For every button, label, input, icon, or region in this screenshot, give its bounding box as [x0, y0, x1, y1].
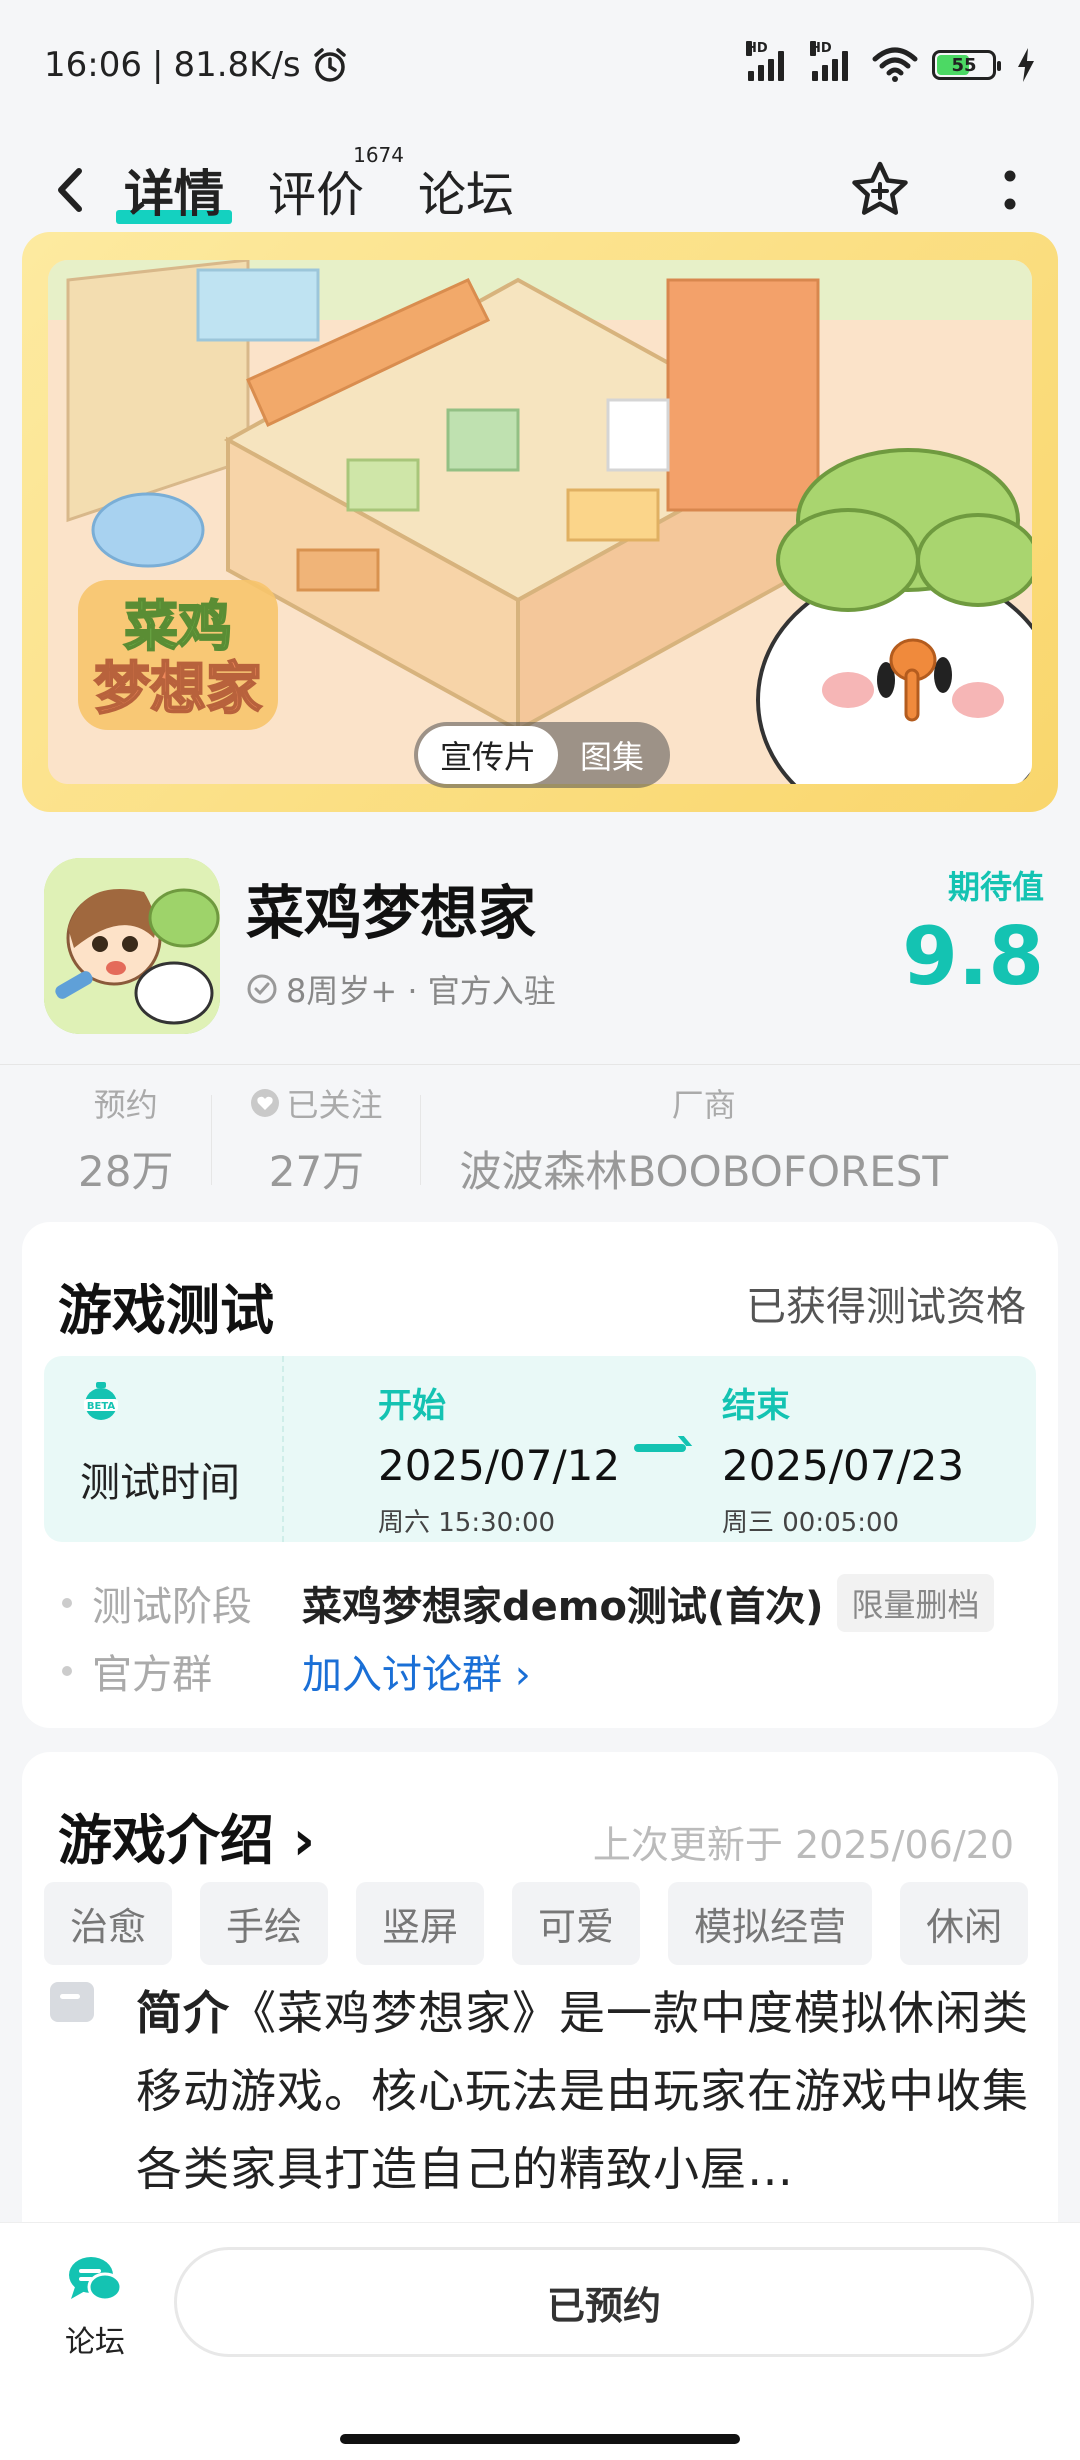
document-icon [50, 1982, 94, 2022]
toggle-video[interactable]: 宣传片 [418, 726, 559, 784]
signal-icon: HD [746, 41, 784, 81]
charging-icon [1018, 48, 1034, 82]
home-indicator[interactable] [340, 2434, 740, 2444]
follow-button[interactable] [850, 160, 910, 220]
signal-icon-2: HD [810, 41, 848, 81]
test-start: 开始 2025/07/12 周六 15:30:00 [378, 1386, 621, 1538]
stat-follow: 已关注 27万 [212, 1080, 420, 1199]
stat-reserve: 预约 28万 [78, 1086, 174, 1196]
back-button[interactable] [40, 160, 100, 220]
media-toggle: 宣传片 图集 [414, 722, 671, 788]
test-stage-row: 测试阶段 菜鸡梦想家demo测试(首次) 限量删档 [62, 1574, 994, 1632]
tag-list: 治愈 手绘 竖屏 可爱 模拟经营 休闲 [44, 1882, 1029, 1965]
score-label: 期待值 [947, 868, 1044, 906]
tag-chip[interactable]: 休闲 [900, 1882, 1029, 1965]
reserved-button[interactable]: 已预约 [174, 2247, 1034, 2357]
banner-artwork: 菜鸡 梦想家 [48, 260, 1032, 784]
intro-text[interactable]: 简介《菜鸡梦想家》是一款中度模拟休闲类移动游戏。核心玩法是由玩家在游戏中收集各类… [136, 1974, 1036, 2208]
stage-tag: 限量删档 [837, 1574, 994, 1632]
promo-banner[interactable]: 菜鸡 梦想家 宣传片 图集 [22, 232, 1058, 812]
more-vertical-icon [1004, 170, 1016, 210]
join-group-link[interactable]: 加入讨论群 › [302, 1642, 531, 1700]
tag-chip[interactable]: 可爱 [512, 1882, 641, 1965]
toggle-gallery[interactable]: 图集 [558, 726, 666, 784]
game-test-card: 游戏测试 已获得测试资格 BETA 测试时间 开始 2025/07/12 周六 … [22, 1222, 1058, 1728]
stats-row: 预约 28万 已关注 27万 厂商 波波森林BOOBOFOREST [0, 1064, 1080, 1214]
bottom-action-bar: 论坛 已预约 [0, 2222, 1080, 2460]
stat-vendor[interactable]: 厂商 波波森林BOOBOFOREST [421, 1080, 986, 1199]
alarm-icon [313, 48, 346, 82]
tag-chip[interactable]: 模拟经营 [668, 1882, 873, 1965]
svg-text:BETA: BETA [87, 1401, 115, 1412]
tag-chip[interactable]: 治愈 [44, 1882, 173, 1965]
test-status: 已获得测试资格 [746, 1284, 1026, 1330]
last-updated: 上次更新于 2025/06/20 [592, 1823, 1014, 1867]
chat-icon [69, 2257, 123, 2302]
heart-icon [251, 1089, 280, 1117]
banner-illustration: 菜鸡 梦想家 [48, 260, 1032, 784]
logo-line-1: 菜鸡 [124, 595, 232, 658]
test-time-label: 测试时间 [80, 1460, 240, 1506]
wifi-icon [872, 47, 918, 82]
tab-detail[interactable]: 详情 [116, 154, 232, 226]
tag-chip[interactable]: 竖屏 [356, 1882, 485, 1965]
network-speed: 81.8K/s [173, 45, 301, 85]
app-icon [44, 858, 220, 1034]
status-bar: 16:06 | 81.8K/s HD HD 55 [0, 0, 1080, 130]
app-icon-art [44, 858, 220, 1034]
tag-chip[interactable]: 手绘 [200, 1882, 329, 1965]
test-end: 结束 2025/07/23 周三 00:05:00 [722, 1386, 965, 1538]
star-plus-icon [852, 161, 908, 215]
test-time-box: BETA 测试时间 开始 2025/07/12 周六 15:30:00 结束 2… [44, 1356, 1036, 1542]
app-name: 菜鸡梦想家 [246, 879, 537, 947]
app-info: 菜鸡梦想家 8周岁+ · 官方入驻 期待值 9.8 [44, 858, 1044, 1038]
check-circle-icon [247, 974, 277, 1004]
app-meta: 8周岁+ · 官方入驻 [246, 966, 556, 1012]
beta-icon: BETA [84, 1382, 118, 1420]
reviews-count: 1674 [353, 143, 405, 167]
logo-line-2: 梦想家 [94, 657, 262, 722]
arrow-right-icon [634, 1444, 686, 1452]
forum-button[interactable]: 论坛 [50, 2253, 140, 2361]
test-title: 游戏测试 [58, 1279, 274, 1342]
clock: 16:06 [44, 45, 142, 85]
intro-title[interactable]: 游戏介绍 › [58, 1796, 315, 1875]
tab-forum[interactable]: 论坛 [418, 155, 514, 225]
official-group-row: 官方群 加入讨论群 › [62, 1642, 531, 1700]
tab-reviews[interactable]: 评价 1674 [268, 143, 404, 225]
more-button[interactable] [980, 160, 1040, 220]
chevron-left-icon [58, 168, 82, 212]
score-value: 9.8 [902, 910, 1044, 1003]
battery-icon: 55 [932, 50, 1001, 80]
